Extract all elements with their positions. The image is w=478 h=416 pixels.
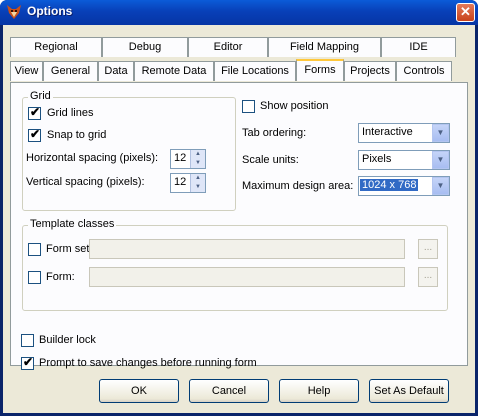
window-title: Options [27, 4, 73, 18]
horizontal-spacing-label: Horizontal spacing (pixels): [26, 152, 159, 164]
check-icon: ✔ [30, 105, 41, 119]
close-button[interactable]: ✕ [456, 3, 475, 22]
builder-lock-label: Builder lock [39, 334, 96, 346]
help-button[interactable]: Help [279, 379, 359, 403]
tab-label: Controls [403, 65, 445, 77]
form-set-label: Form set: [46, 243, 93, 255]
spin-down-icon[interactable]: ▼ [191, 183, 205, 192]
tab-label: View [14, 65, 39, 77]
tab-label: Field Mapping [289, 41, 360, 53]
max-design-area-select[interactable]: 1024 x 768 ▼ [358, 176, 450, 196]
tab-label: Editor [213, 41, 243, 53]
form-checkbox[interactable] [28, 271, 41, 284]
snap-to-grid-checkbox[interactable]: ✔ [28, 127, 41, 142]
chevron-down-icon[interactable]: ▼ [432, 177, 449, 195]
horizontal-spacing-spinner[interactable]: 12 ▲ ▼ [170, 149, 206, 169]
cancel-button[interactable]: Cancel [189, 379, 269, 403]
tab-label: General [50, 65, 91, 77]
scale-units-value: Pixels [362, 153, 392, 165]
tab-label: Data [104, 65, 128, 77]
tab-general[interactable]: General [43, 61, 98, 81]
tab-regional[interactable]: Regional [10, 37, 102, 57]
prompt-save-label: Prompt to save changes before running fo… [39, 357, 257, 369]
set-as-default-label: Set As Default [374, 385, 444, 397]
grid-lines-label: Grid lines [47, 107, 94, 119]
ellipsis-icon: ... [423, 242, 433, 253]
horizontal-spacing-value: 12 [174, 152, 187, 164]
tab-view[interactable]: View [10, 61, 43, 81]
max-design-area-value: 1024 x 768 [360, 179, 419, 191]
form-set-browse-button[interactable]: ... [418, 239, 438, 259]
form-browse-button[interactable]: ... [418, 267, 438, 287]
show-position-label: Show position [260, 100, 329, 112]
chevron-down-icon[interactable]: ▼ [432, 151, 449, 169]
spinner-arrows[interactable]: ▲ ▼ [190, 150, 205, 168]
tab-ordering-label: Tab ordering: [242, 127, 307, 139]
form-set-field[interactable] [89, 239, 405, 259]
scale-units-label: Scale units: [242, 154, 299, 166]
fox-head-icon [7, 5, 21, 19]
ok-button[interactable]: OK [99, 379, 179, 403]
tab-ordering-select[interactable]: Interactive ▼ [358, 123, 450, 143]
tab-remote-data[interactable]: Remote Data [134, 61, 214, 81]
form-label: Form: [46, 271, 75, 283]
spin-up-icon[interactable]: ▲ [191, 150, 205, 159]
spin-up-icon[interactable]: ▲ [191, 174, 205, 183]
tab-controls[interactable]: Controls [396, 61, 452, 81]
ellipsis-icon: ... [423, 270, 433, 281]
tab-editor[interactable]: Editor [188, 37, 268, 57]
ok-label: OK [131, 385, 147, 397]
help-label: Help [307, 385, 331, 397]
set-as-default-button[interactable]: Set As Default [369, 379, 449, 403]
options-window: Options ✕ Regional Debug Editor Field Ma… [0, 0, 478, 416]
snap-to-grid-label: Snap to grid [47, 129, 107, 141]
tab-file-locations[interactable]: File Locations [214, 61, 296, 81]
tab-label: IDE [409, 41, 428, 53]
prompt-save-checkbox[interactable]: ✔ [21, 355, 34, 370]
tab-label: Projects [350, 65, 390, 77]
tab-projects[interactable]: Projects [344, 61, 396, 81]
tab-label: Regional [34, 41, 78, 53]
tab-data[interactable]: Data [98, 61, 134, 81]
tab-label: File Locations [221, 65, 289, 77]
grid-lines-checkbox[interactable]: ✔ [28, 105, 41, 120]
tab-field-mapping[interactable]: Field Mapping [268, 37, 381, 57]
vertical-spacing-spinner[interactable]: 12 ▲ ▼ [170, 173, 206, 193]
check-icon: ✔ [30, 127, 41, 141]
title-bar[interactable]: Options ✕ [0, 0, 478, 25]
tab-label: Remote Data [141, 65, 207, 77]
spinner-arrows[interactable]: ▲ ▼ [190, 174, 205, 192]
vertical-spacing-value: 12 [174, 176, 187, 188]
max-design-area-label: Maximum design area: [242, 180, 354, 192]
tab-label: Debug [128, 41, 162, 53]
spin-down-icon[interactable]: ▼ [191, 159, 205, 168]
form-field[interactable] [89, 267, 405, 287]
tab-forms[interactable]: Forms [296, 59, 344, 81]
dialog-client: Regional Debug Editor Field Mapping IDE … [3, 25, 475, 413]
close-icon: ✕ [460, 4, 471, 19]
tab-debug[interactable]: Debug [102, 37, 188, 57]
show-position-checkbox[interactable] [242, 100, 255, 113]
tab-label: Forms [304, 64, 336, 76]
cancel-label: Cancel [211, 385, 247, 397]
check-icon: ✔ [23, 355, 34, 369]
grid-group: Grid ✔ Grid lines ✔ Snap to grid Horizon… [22, 90, 236, 211]
forms-tab-page: Grid ✔ Grid lines ✔ Snap to grid Horizon… [10, 82, 468, 370]
vertical-spacing-label: Vertical spacing (pixels): [26, 176, 145, 188]
template-classes-label: Template classes [28, 218, 117, 230]
template-classes-group: Template classes Form set: ... Form: ... [22, 218, 448, 311]
tab-ordering-value: Interactive [362, 126, 413, 138]
tab-ide[interactable]: IDE [381, 37, 456, 57]
grid-group-label: Grid [28, 90, 53, 102]
builder-lock-checkbox[interactable] [21, 334, 34, 347]
form-set-checkbox[interactable] [28, 243, 41, 256]
chevron-down-icon[interactable]: ▼ [432, 124, 449, 142]
scale-units-select[interactable]: Pixels ▼ [358, 150, 450, 170]
